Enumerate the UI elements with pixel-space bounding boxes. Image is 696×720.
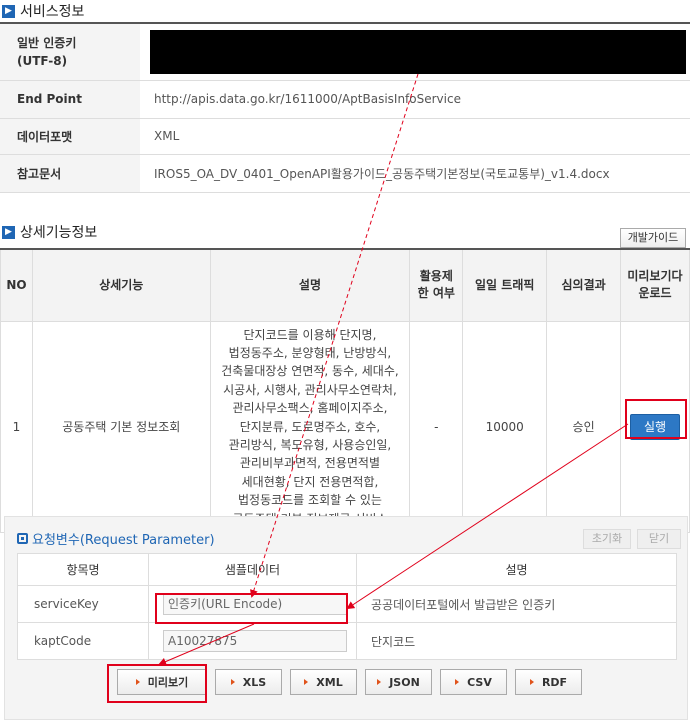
auth-key-value (140, 23, 690, 81)
col-traffic: 일일 트래픽 (462, 248, 548, 322)
xls-label: XLS (242, 675, 267, 689)
servicekey-highlight (155, 593, 348, 624)
run-button-highlight (625, 399, 687, 439)
param-desc-servicekey: 공공데이터포털에서 발급받은 인증키 (356, 585, 677, 623)
detail-function-table: NO 상세기능 설명 활용제한 여부 일일 트래픽 심의결과 미리보기다운로드 … (0, 248, 690, 533)
data-format-row: 데이터포맷 XML (0, 118, 690, 155)
arrow-right-icon (304, 679, 309, 685)
param-desc-kaptcode: 단지코드 (356, 622, 677, 660)
col-preview: 미리보기다운로드 (620, 248, 690, 322)
kaptcode-input[interactable]: A10027875 (163, 630, 347, 652)
auth-key-row: 일반 인증키 (UTF-8) (0, 23, 690, 81)
col-function: 상세기능 (31, 248, 211, 322)
endpoint-label: End Point (0, 80, 140, 119)
reset-button[interactable]: 초기화 (583, 529, 631, 549)
endpoint-value: http://apis.data.go.kr/1611000/AptBasisI… (140, 80, 690, 119)
xml-label: XML (316, 675, 343, 689)
reference-doc-label: 참고문서 (0, 154, 140, 193)
square-bullet-icon (17, 533, 28, 544)
xls-button[interactable]: XLS (215, 669, 282, 695)
row-no: 1 (0, 320, 33, 533)
arrow-right-icon (455, 679, 460, 685)
row-function: 공동주택 기본 정보조회 (31, 320, 211, 533)
service-info-table: 일반 인증키 (UTF-8) End Point http://apis.data… (0, 22, 690, 193)
param-col-desc: 설명 (356, 553, 677, 586)
reference-doc-row: 참고문서 IROS5_OA_DV_0401_OpenAPI활용가이드_공동주택기… (0, 154, 690, 193)
dev-guide-button[interactable]: 개발가이드 (620, 228, 686, 248)
detail-row: 1 공동주택 기본 정보조회 단지코드를 이용해 단지명, 법정동주소, 분양형… (0, 320, 690, 533)
detail-heading: ▶ 상세기능정보 (2, 222, 97, 242)
service-info-title: 서비스정보 (20, 4, 85, 20)
arrow-right-icon (230, 679, 235, 685)
param-name-servicekey: serviceKey (17, 585, 149, 623)
col-review: 심의결과 (546, 248, 621, 322)
arrow-right-icon (529, 679, 534, 685)
row-description: 단지코드를 이용해 단지명, 법정동주소, 분양형태, 난방방식, 건축물대장상… (209, 320, 411, 533)
row-review: 승인 (546, 320, 621, 533)
auth-key-label-line1: 일반 인증키 (17, 35, 77, 50)
service-info-heading: ▶ 서비스정보 (2, 1, 84, 21)
param-col-name: 항목명 (17, 553, 149, 586)
col-no: NO (0, 248, 33, 322)
rdf-label: RDF (541, 675, 568, 689)
data-format-label: 데이터포맷 (0, 118, 140, 155)
endpoint-row: End Point http://apis.data.go.kr/1611000… (0, 80, 690, 119)
json-label: JSON (389, 675, 420, 689)
param-row-kaptcode: kaptCode A10027875 단지코드 (17, 622, 677, 660)
row-limit: - (409, 320, 464, 533)
auth-key-label: 일반 인증키 (UTF-8) (0, 23, 140, 81)
redacted-auth-key (150, 29, 686, 74)
preview-button-highlight (107, 664, 207, 703)
section-arrow-icon: ▶ (2, 225, 15, 239)
auth-key-label-line2: (UTF-8) (17, 53, 68, 68)
param-name-kaptcode: kaptCode (17, 622, 149, 660)
request-parameter-title: 요청변수(Request Parameter) (32, 533, 215, 548)
close-button[interactable]: 닫기 (637, 529, 681, 549)
rdf-button[interactable]: RDF (515, 669, 582, 695)
json-button[interactable]: JSON (365, 669, 432, 695)
detail-header-row: NO 상세기능 설명 활용제한 여부 일일 트래픽 심의결과 미리보기다운로드 (0, 248, 690, 322)
csv-button[interactable]: CSV (440, 669, 507, 695)
param-col-sample: 샘플데이터 (148, 553, 357, 586)
xml-button[interactable]: XML (290, 669, 357, 695)
csv-label: CSV (467, 675, 492, 689)
data-format-value: XML (140, 118, 690, 155)
request-parameter-heading: 요청변수(Request Parameter) (17, 529, 215, 548)
reference-doc-link[interactable]: IROS5_OA_DV_0401_OpenAPI활용가이드_공동주택기본정보(국… (140, 154, 690, 193)
col-description: 설명 (209, 248, 411, 322)
arrow-right-icon (377, 679, 382, 685)
detail-title: 상세기능정보 (20, 225, 98, 241)
param-sample-cell: A10027875 (148, 622, 357, 660)
section-arrow-icon: ▶ (2, 4, 15, 18)
col-limit: 활용제한 여부 (409, 248, 464, 322)
param-header-row: 항목명 샘플데이터 설명 (17, 553, 677, 586)
row-traffic: 10000 (462, 320, 548, 533)
